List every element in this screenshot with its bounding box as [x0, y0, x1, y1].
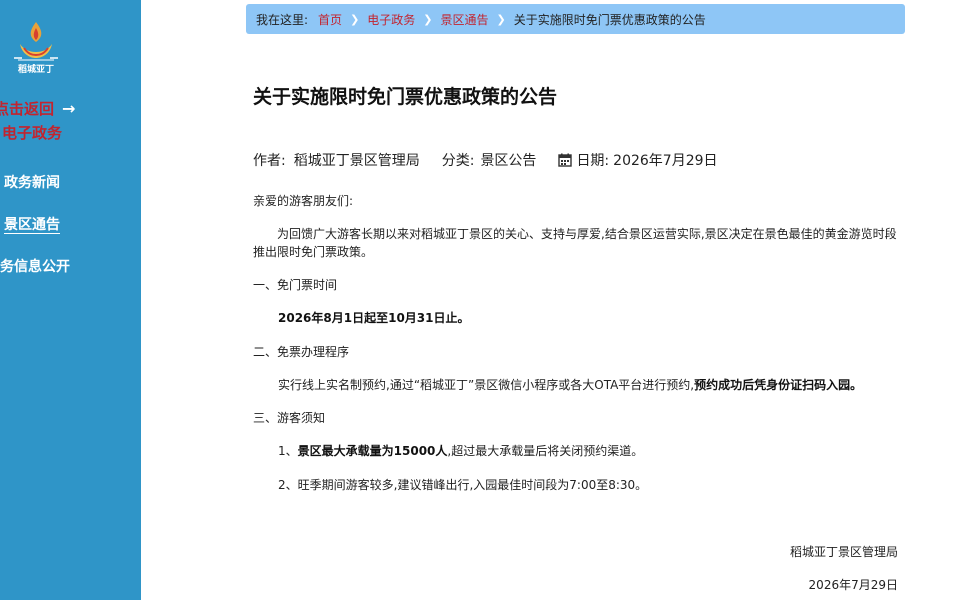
section2-body-text: 实行线上实名制预约,通过“稻城亚丁”景区微信小程序或各大OTA平台进行预约,	[278, 378, 695, 392]
section3-title: 三、游客须知	[253, 411, 326, 425]
breadcrumb-prefix: 我在这里:	[256, 12, 309, 27]
arrow-right-icon: →	[62, 99, 76, 118]
signature-date: 2026年7月29日	[808, 578, 898, 592]
author-label: 作者:	[253, 153, 286, 169]
category-value[interactable]: 景区公告	[480, 150, 536, 170]
notice1-emphasis: 景区最大承载量为15000人	[297, 444, 448, 458]
chevron-right-icon: ❯	[496, 12, 506, 26]
notice-item-1: 1、景区最大承载量为15000人,超过最大承载量后将关闭预约渠道。	[278, 442, 643, 460]
breadcrumb-notices[interactable]: 景区通告	[441, 11, 489, 28]
section2-title: 二、免票办理程序	[253, 345, 350, 359]
chevron-right-icon: ❯	[423, 12, 433, 26]
article-meta: 作者: 稻城亚丁景区管理局 分类: 景区公告 日期: 2026年7月29日	[253, 150, 718, 170]
intro-paragraph: 为回馈广大游客长期以来对稻城亚丁景区的关心、支持与厚爱,结合景区运营实际,景区决…	[253, 227, 897, 259]
section2-body: 实行线上实名制预约,通过“稻城亚丁”景区微信小程序或各大OTA平台进行预约,预约…	[278, 376, 862, 394]
section1-title: 一、免门票时间	[253, 278, 338, 292]
sidebar: 稻城亚丁 点击返回 → 电子政务 政务新闻 景区通告 政务信息公开	[0, 0, 141, 600]
notice1-rest: ,超过最大承载量后将关闭预约渠道。	[447, 444, 644, 458]
sidebar-item-info-disclosure[interactable]: 政务信息公开	[0, 256, 70, 276]
logo-text: 稻城亚丁	[17, 65, 54, 75]
notice-item-2: 2、旺季期间游客较多,建议错峰出行,入园最佳时间段为7:00至8:30。	[278, 478, 648, 492]
breadcrumb-egov[interactable]: 电子政务	[367, 11, 415, 28]
back-label: 点击返回	[0, 100, 55, 118]
calendar-icon	[558, 153, 573, 167]
chevron-right-icon: ❯	[350, 12, 360, 26]
greeting: 亲爱的游客朋友们:	[253, 194, 354, 208]
category-label: 分类:	[441, 153, 475, 169]
notice1-prefix: 1、	[278, 444, 298, 458]
section2-body-emphasis: 预约成功后凭身份证扫码入园。	[694, 378, 863, 392]
breadcrumb-home[interactable]: 首页	[318, 11, 342, 28]
back-link[interactable]: 点击返回 →	[0, 98, 75, 119]
sidebar-item-notices[interactable]: 景区通告	[4, 214, 60, 234]
author-value: 稻城亚丁景区管理局	[293, 153, 420, 169]
sidebar-item-news[interactable]: 政务新闻	[4, 172, 60, 192]
signature: 稻城亚丁景区管理局	[789, 545, 898, 559]
date-label: 日期:	[576, 153, 610, 169]
breadcrumb-current: 关于实施限时免门票优惠政策的公告	[513, 12, 706, 27]
section1-body: 2026年8月1日起至10月31日止。	[278, 311, 470, 325]
section-label: 电子政务	[2, 124, 63, 142]
breadcrumb: 我在这里: 首页 ❯ 电子政务 ❯ 景区通告 ❯ 关于实施限时免门票优惠政策的公…	[246, 4, 905, 34]
date-value: 2026年7月29日	[613, 153, 718, 169]
page-title: 关于实施限时免门票优惠政策的公告	[253, 86, 558, 108]
logo[interactable]: 稻城亚丁	[8, 18, 64, 78]
